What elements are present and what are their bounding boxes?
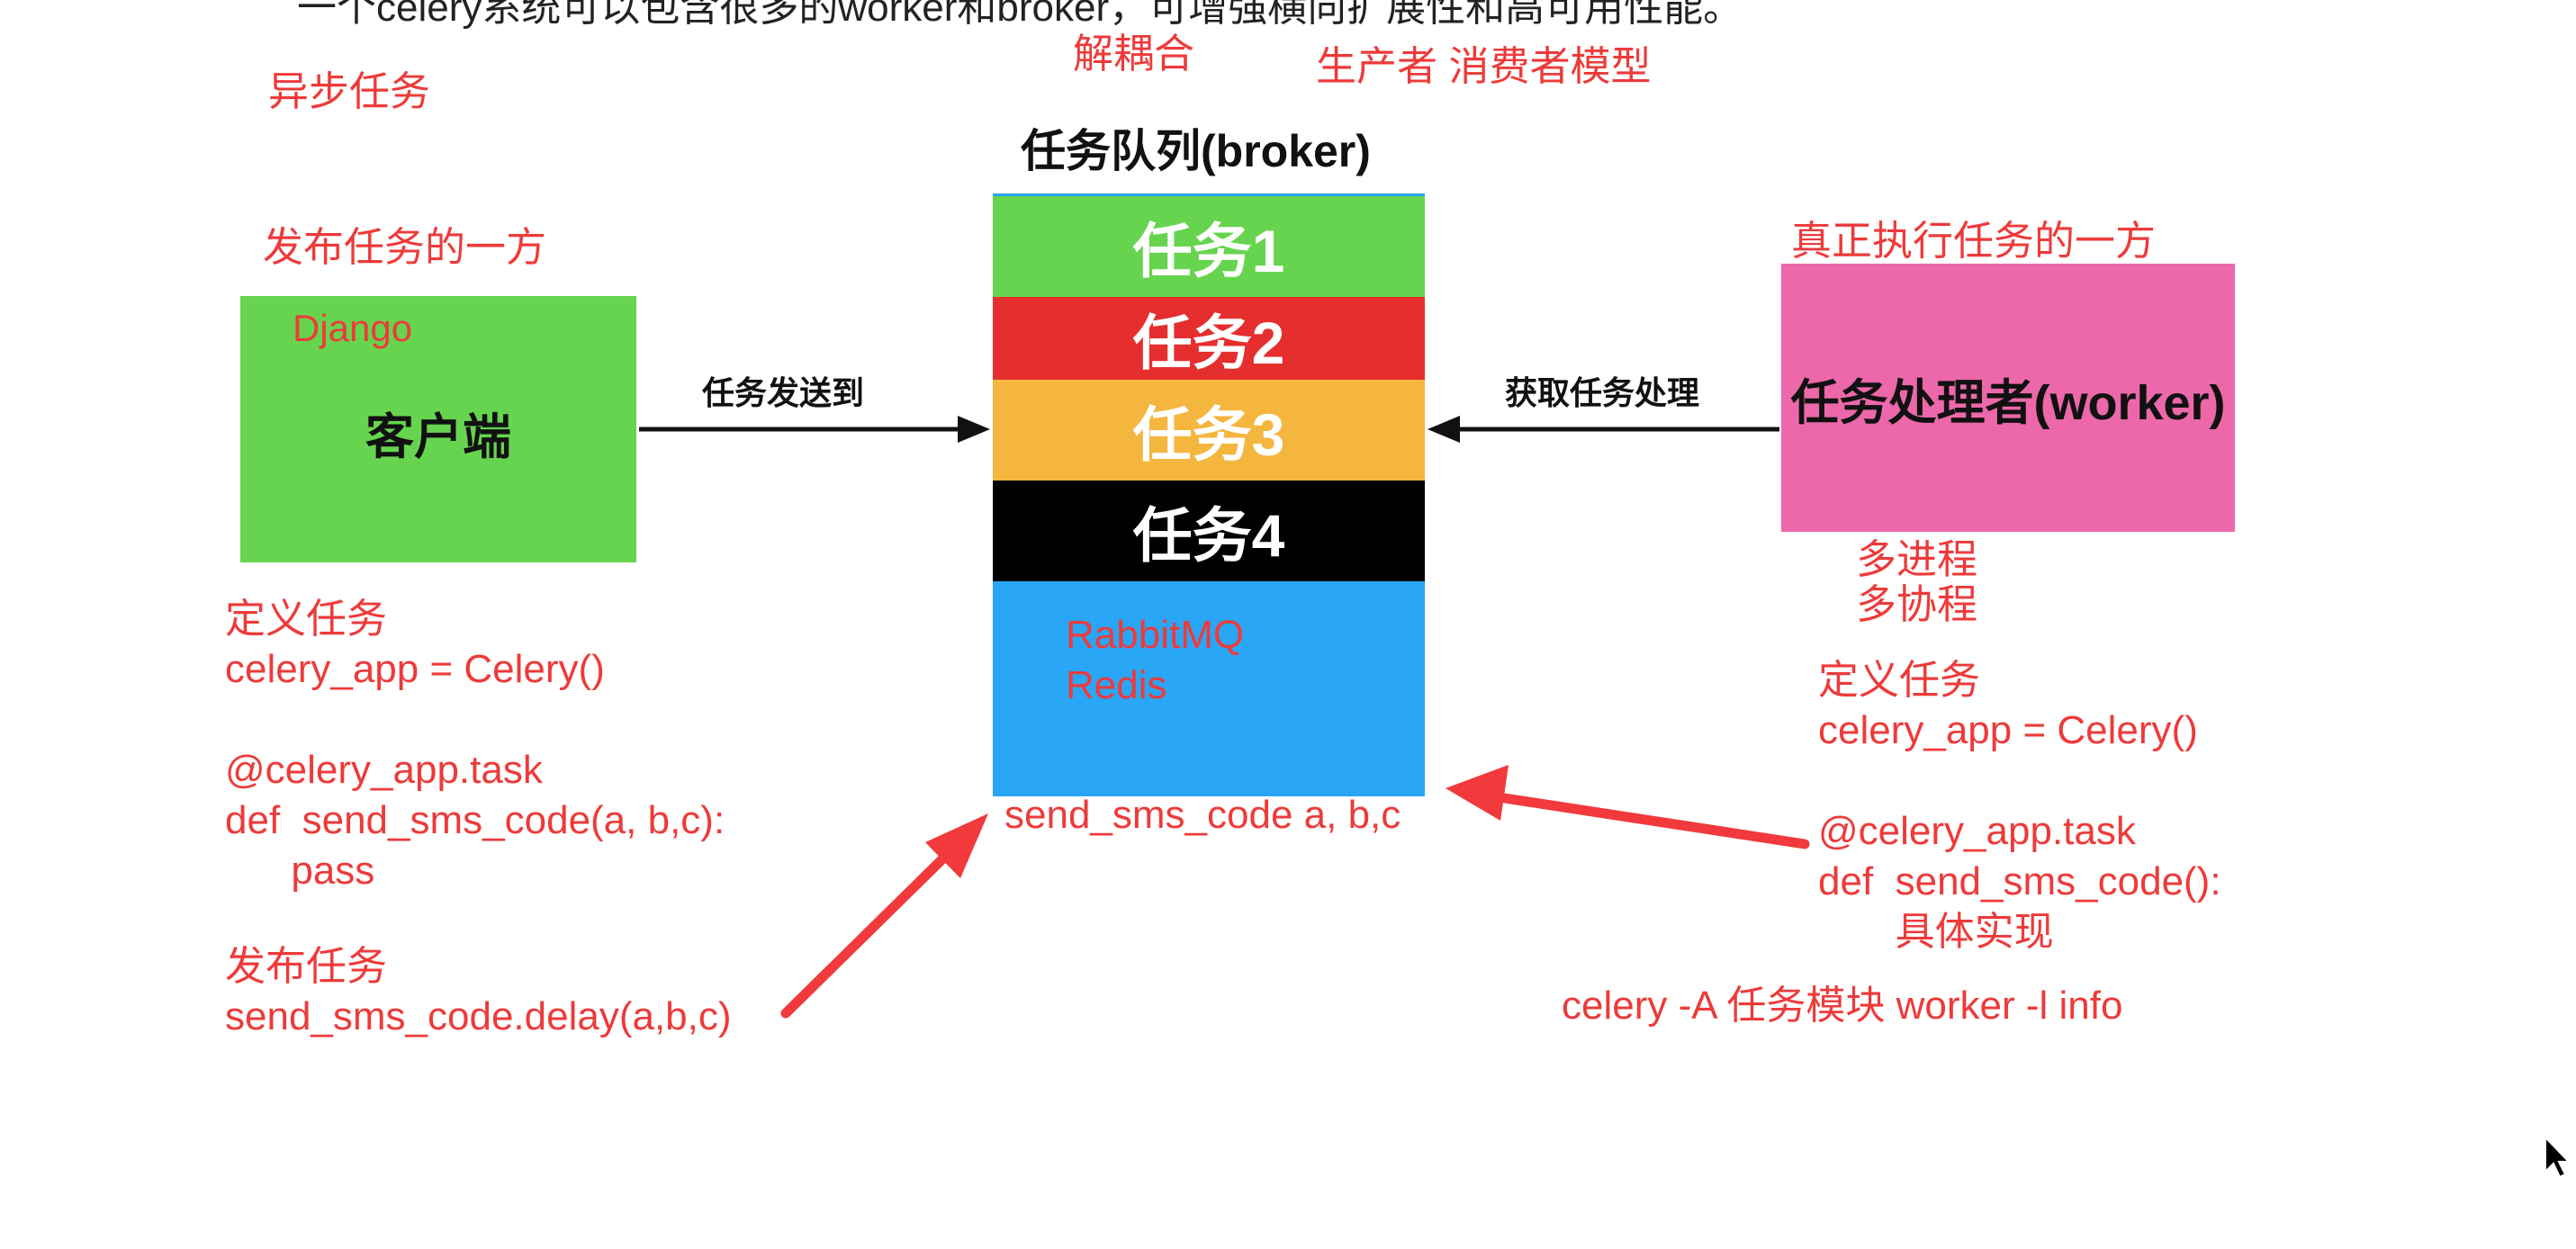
diagram-arrows — [639, 416, 1810, 1019]
arrow-client-to-broker — [639, 416, 990, 443]
mouse-cursor-icon — [2544, 1136, 2571, 1179]
red-arrow-publish — [780, 813, 988, 1019]
red-arrow-consume — [1446, 765, 1810, 849]
arrow-worker-to-broker — [1428, 416, 1779, 443]
